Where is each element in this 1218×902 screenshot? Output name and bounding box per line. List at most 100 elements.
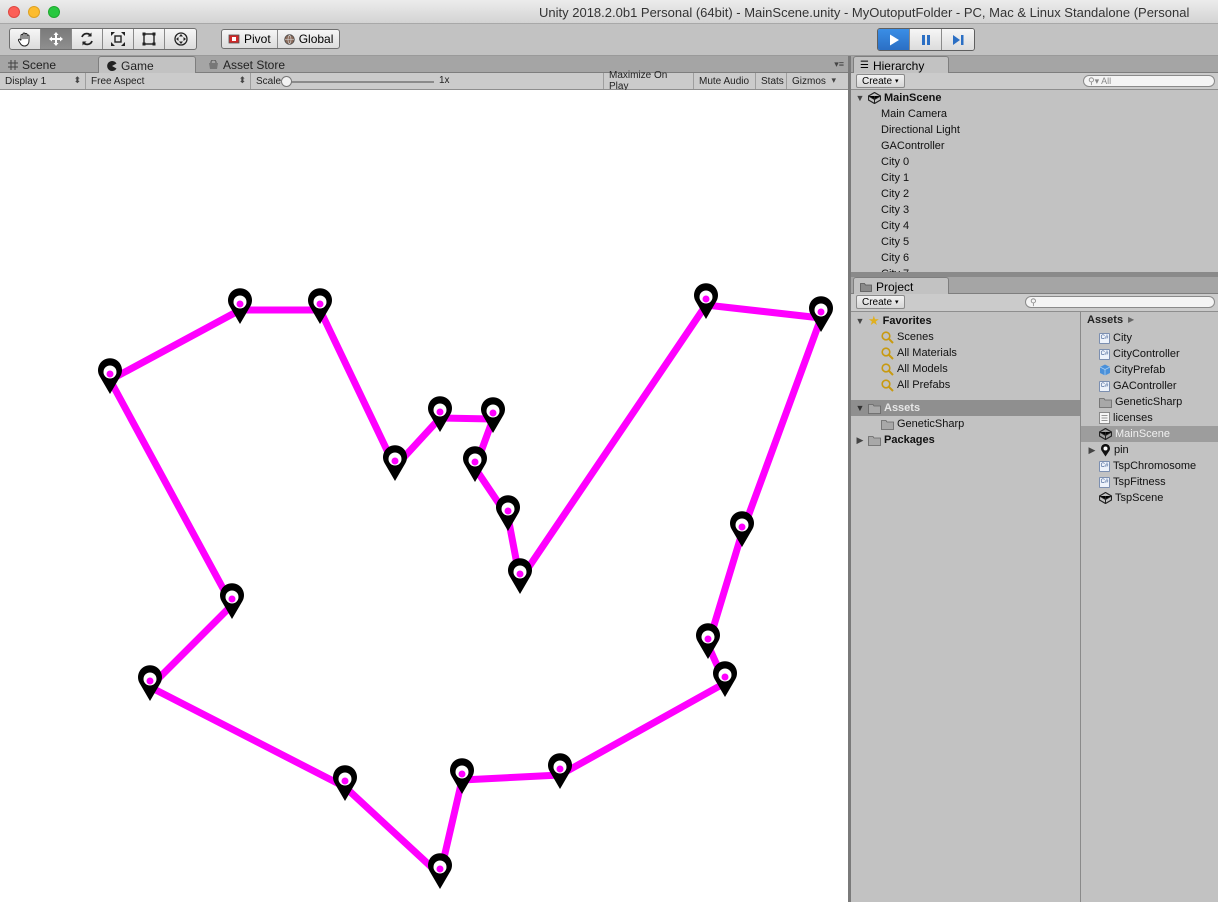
folder-icon [868,403,881,414]
favorite-item[interactable]: All Materials [851,345,1080,361]
assets-child-geneticsharp[interactable]: GeneticSharp [851,416,1080,432]
game-view-canvas[interactable] [0,90,848,902]
expand-arrow-icon[interactable]: ▼ [855,93,865,103]
expand-arrow-icon[interactable]: ▼ [855,316,865,326]
project-create-button[interactable]: Create ▾ [856,295,905,309]
step-button[interactable] [942,29,974,50]
dropdown-arrow-icon: ▾ [831,75,836,85]
scale-icon [111,32,125,46]
favorite-item[interactable]: All Models [851,361,1080,377]
hierarchy-item[interactable]: Main Camera [851,106,1218,122]
asset-file-city[interactable]: C# City [1081,330,1218,346]
mute-audio-toggle[interactable]: Mute Audio [694,73,756,89]
pause-icon [921,34,930,45]
favorites-row[interactable]: ▼ ★ Favorites [851,313,1080,329]
rect-tool-button[interactable] [134,29,165,49]
hierarchy-search-input[interactable]: ⚲▾ All [1083,75,1215,87]
hierarchy-item[interactable]: GAController [851,138,1218,154]
asset-file-pin[interactable]: ▶ pin [1081,442,1218,458]
packages-folder-row[interactable]: ▶ Packages [851,432,1080,448]
scale-slider-track[interactable] [284,81,434,83]
hierarchy-item[interactable]: City 2 [851,186,1218,202]
title-bar: Unity 2018.2.0b1 Personal (64bit) - Main… [0,0,1218,24]
asset-file-gacontroller[interactable]: C# GAController [1081,378,1218,394]
city-pin-icon [809,296,833,332]
project-asset-list: Assets ▶ C# City C# CityController CityPrefa… [1081,312,1218,902]
maximize-on-play-toggle[interactable]: Maximize On Play [604,70,694,92]
hierarchy-item[interactable]: City 3 [851,202,1218,218]
hierarchy-item[interactable]: City 6 [851,250,1218,266]
breadcrumb: Assets ▶ [1081,312,1218,330]
scale-slider-handle[interactable] [281,76,292,87]
star-icon: ★ [868,313,880,328]
hierarchy-item[interactable]: Directional Light [851,122,1218,138]
zoom-window-button[interactable] [48,6,60,18]
tab-project[interactable]: Project [853,277,949,295]
asset-file-cityprefab[interactable]: CityPrefab [1081,362,1218,378]
favorite-label: All Prefabs [897,379,951,391]
asset-file-citycontroller[interactable]: C# CityController [1081,346,1218,362]
asset-file-tspscene[interactable]: TspScene [1081,490,1218,506]
search-icon [881,330,894,344]
tab-game-label: Game [121,58,154,73]
city-pin-icon [696,623,720,659]
tab-asset-store[interactable]: Asset Store [200,56,310,73]
window-title: Unity 2018.2.0b1 Personal (64bit) - Main… [539,5,1190,20]
asset-file-label: CityController [1113,348,1180,360]
scene-root-row[interactable]: ▼ MainScene [851,90,1218,106]
hierarchy-item[interactable]: City 1 [851,170,1218,186]
favorites-label: Favorites [882,315,932,327]
favorite-item[interactable]: All Prefabs [851,377,1080,393]
pivot-label: Pivot [244,32,271,46]
aspect-dropdown[interactable]: Free Aspect ⬍ [86,73,251,89]
dropdown-arrow-icon: ▾ [895,78,899,85]
search-icon: ⚲▾ [1088,75,1100,86]
hierarchy-item[interactable]: City 0 [851,154,1218,170]
hierarchy-item[interactable]: City 5 [851,234,1218,250]
asset-file-licenses[interactable]: licenses [1081,410,1218,426]
asset-file-geneticsharp[interactable]: GeneticSharp [1081,394,1218,410]
globe-icon [283,33,295,45]
hierarchy-item-label: GAController [881,140,945,152]
hierarchy-item[interactable]: City 4 [851,218,1218,234]
tab-hierarchy[interactable]: ☰ Hierarchy [853,56,949,74]
hand-tool-button[interactable] [10,29,41,49]
play-button[interactable] [878,29,910,50]
global-button[interactable]: Global [276,30,340,48]
hierarchy-create-button[interactable]: Create ▾ [856,74,905,88]
tab-project-label: Project [876,279,914,294]
gizmos-dropdown[interactable]: Gizmos ▾ [787,73,838,89]
stats-toggle[interactable]: Stats [756,73,787,89]
folder-label: GeneticSharp [897,418,965,430]
asset-file-tspfitness[interactable]: C# TspFitness [1081,474,1218,490]
scale-tool-button[interactable] [103,29,134,49]
minimize-window-button[interactable] [28,6,40,18]
asset-files: C# City C# CityController CityPrefab C# GACont… [1081,330,1218,506]
folder-icon [881,419,894,430]
rotate-tool-button[interactable] [72,29,103,49]
project-search-input[interactable]: ⚲ [1025,296,1215,308]
breadcrumb-assets[interactable]: Assets [1087,314,1123,326]
collapse-arrow-icon[interactable]: ▶ [1087,445,1097,456]
tab-game[interactable]: Game [98,56,196,74]
transform-tool-button[interactable] [165,29,196,49]
tab-scene[interactable]: Scene [0,56,96,73]
csharp-script-icon: C# [1099,380,1110,392]
expand-arrow-icon[interactable]: ▼ [855,403,865,413]
asset-file-tspchromosome[interactable]: C# TspChromosome [1081,458,1218,474]
scale-value: 1x [439,75,450,86]
step-icon [953,34,964,45]
favorite-item[interactable]: Scenes [851,329,1080,345]
close-window-button[interactable] [8,6,20,18]
unity-scene-icon [1099,492,1112,504]
folder-icon [868,435,881,446]
display-dropdown[interactable]: Display 1 ⬍ [0,73,86,89]
assets-folder-row[interactable]: ▼ Assets [851,400,1080,416]
panel-menu-icon[interactable]: ▾≡ [834,59,844,70]
move-tool-button[interactable] [41,29,72,49]
pivot-button[interactable]: Pivot [222,30,277,48]
collapse-arrow-icon[interactable]: ▶ [855,435,865,446]
asset-file-mainscene[interactable]: MainScene [1081,426,1218,442]
search-icon: ⚲ [1030,296,1037,307]
pause-button[interactable] [910,29,942,50]
